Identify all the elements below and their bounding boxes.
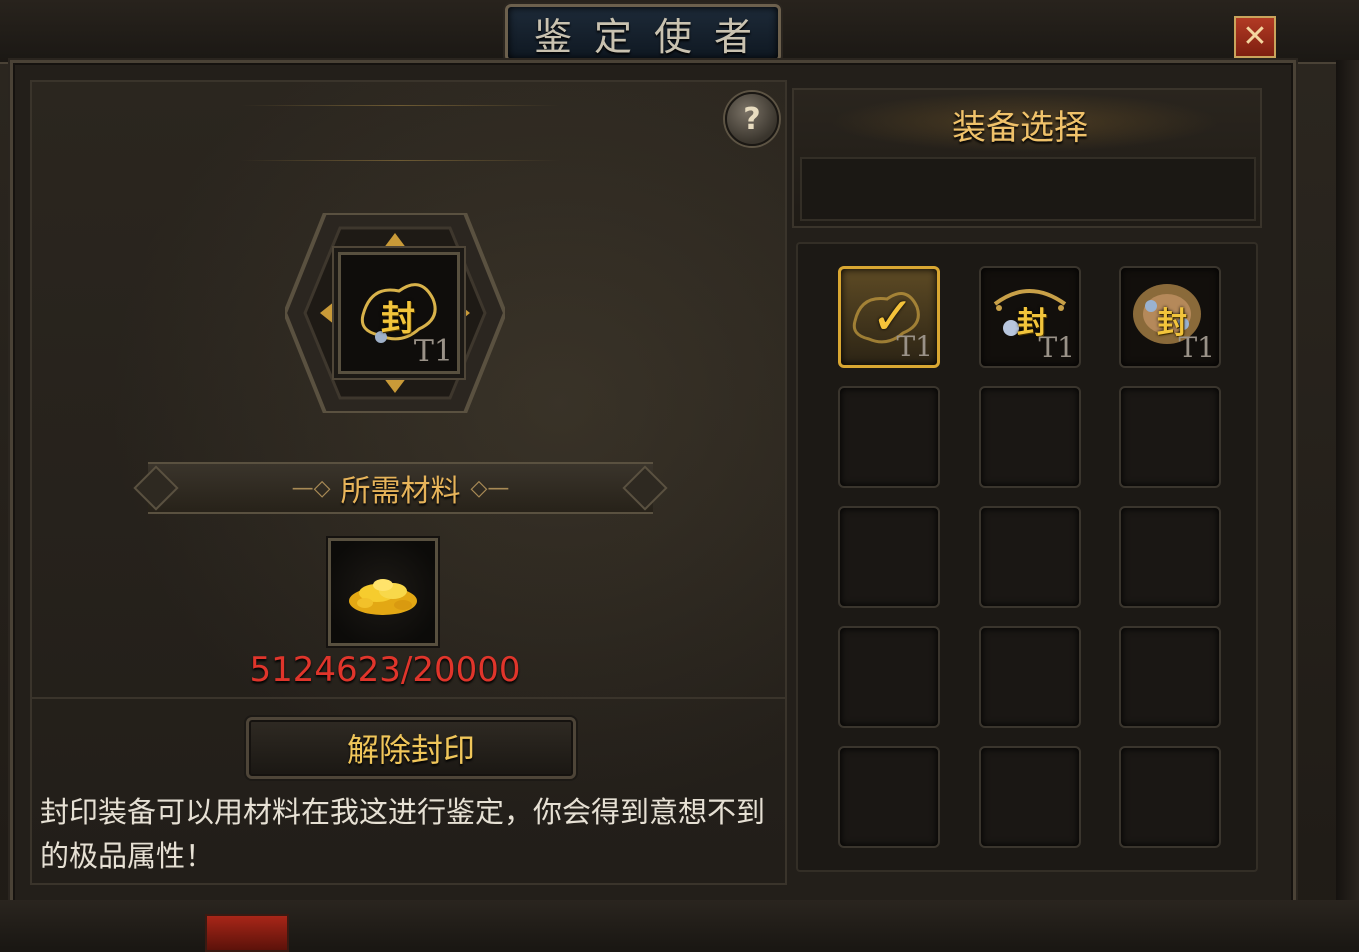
equipment-slot-empty[interactable] (1119, 746, 1221, 848)
title-plate: 鉴定使者 (505, 4, 781, 62)
equipment-slot-selected[interactable]: ✓ T1 (838, 266, 940, 368)
tier-label: T1 (413, 334, 453, 369)
selected-item-slot[interactable]: 封 T1 (338, 252, 460, 374)
panel-divider (30, 697, 787, 699)
equipment-slot-empty[interactable] (1119, 626, 1221, 728)
materials-banner: —◇ 所需材料 ◇— (148, 462, 653, 514)
equip-select-title: 装备选择 (952, 108, 1088, 148)
decor-line (240, 105, 560, 106)
unseal-button[interactable]: 解除封印 (246, 717, 576, 779)
equipment-slot-empty[interactable] (838, 746, 940, 848)
question-icon: ? (743, 101, 761, 137)
tier-label: T1 (1178, 331, 1216, 364)
equipment-slot-empty[interactable] (979, 386, 1081, 488)
equipment-slot-empty[interactable] (1119, 506, 1221, 608)
seal-label: 封 (381, 299, 415, 339)
material-cost: 5124623/20000 (249, 650, 521, 690)
equipment-slot-empty[interactable] (838, 506, 940, 608)
equipment-slot[interactable]: 封 T1 (1119, 266, 1221, 368)
banner-ornament: ◇— (470, 475, 510, 501)
equipment-slot-empty[interactable] (838, 386, 940, 488)
window-title: 鉴定使者 (533, 14, 774, 59)
close-button[interactable]: ✕ (1234, 16, 1276, 58)
side-strip (1336, 60, 1359, 900)
equipment-slot-empty[interactable] (838, 626, 940, 728)
bottom-bar (0, 900, 1359, 948)
tier-label: T1 (896, 330, 934, 363)
equipment-slot-empty[interactable] (979, 626, 1081, 728)
equipment-slot-empty[interactable] (979, 746, 1081, 848)
gold-material-slot[interactable] (328, 538, 438, 646)
help-button[interactable]: ? (725, 92, 779, 146)
description-text: 封印装备可以用材料在我这进行鉴定，你会得到意想不到的极品属性！ (40, 795, 766, 873)
decor-line (240, 160, 560, 161)
banner-ornament: —◇ (291, 475, 331, 501)
materials-title: 所需材料 (340, 474, 461, 509)
tier-label: T1 (1038, 331, 1076, 364)
equipment-slot-empty[interactable] (979, 506, 1081, 608)
equipment-slot-empty[interactable] (1119, 386, 1221, 488)
equipment-slot[interactable]: 封 T1 (979, 266, 1081, 368)
close-icon: ✕ (1242, 19, 1268, 54)
equip-select-info-bar (800, 157, 1256, 221)
gold-coins-icon (349, 579, 417, 615)
bottom-red-tab (205, 914, 289, 952)
